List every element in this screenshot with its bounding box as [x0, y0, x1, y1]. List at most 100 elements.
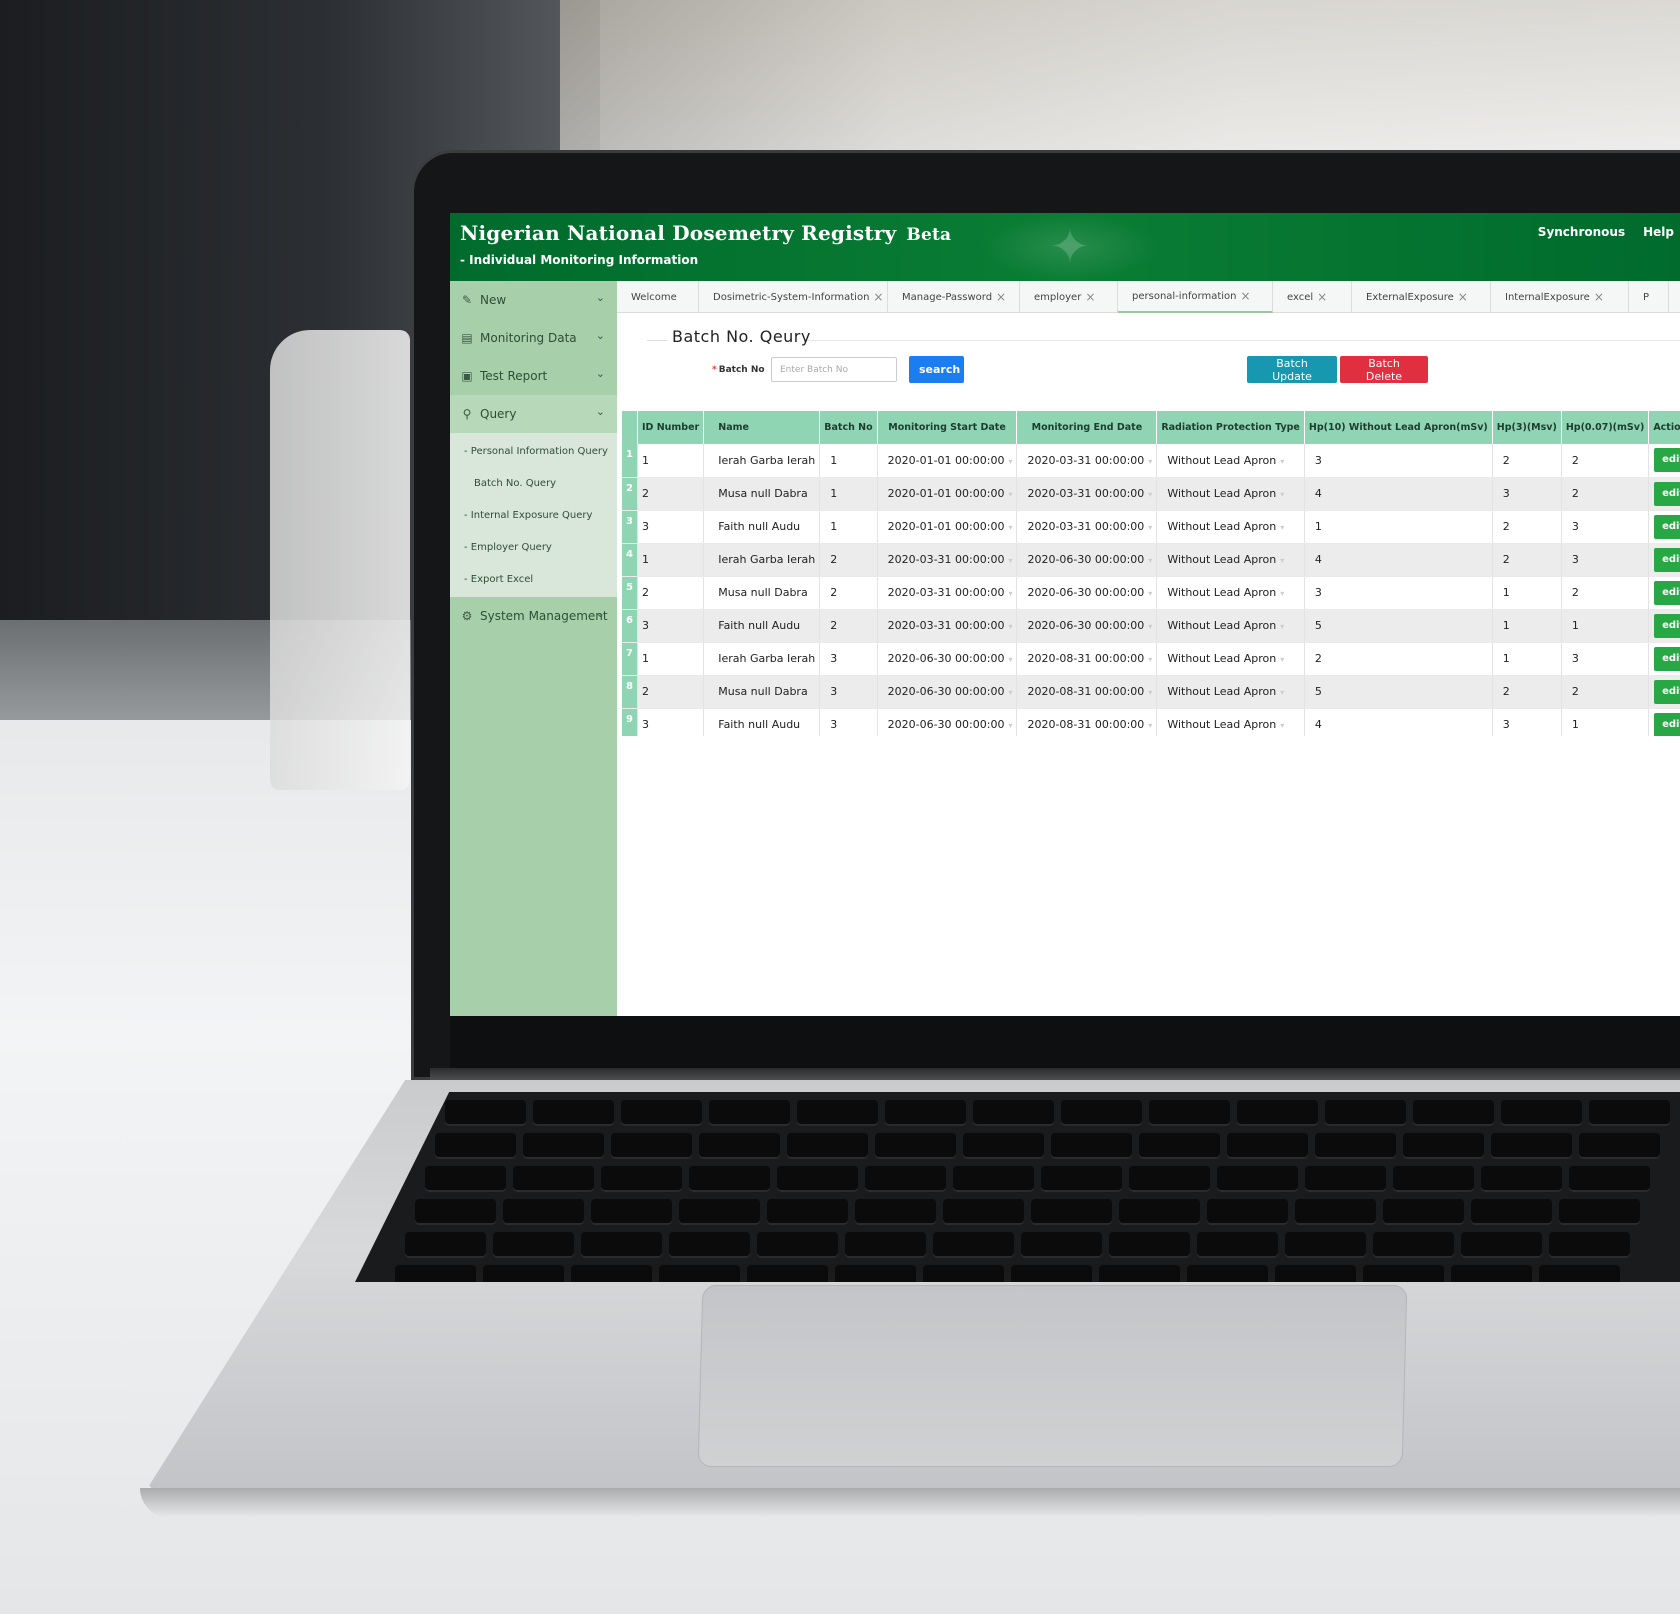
batch-no-input[interactable]: [771, 357, 897, 382]
row-number-header: [622, 411, 638, 444]
edit-button[interactable]: edit: [1654, 481, 1680, 506]
cell-id-number: 3: [637, 708, 705, 736]
edit-button[interactable]: edit: [1654, 712, 1680, 736]
row-number: 4: [622, 543, 638, 577]
cell-start-date: 2020-06-30 00:00:00: [877, 708, 1018, 736]
table-row[interactable]: 41Ierah Garba Ierah22020-03-31 00:00:002…: [622, 543, 1680, 577]
column-header-radiation-protection-type[interactable]: Radiation Protection Type: [1156, 411, 1305, 444]
sidebar-item-export-excel[interactable]: - Export Excel: [450, 563, 617, 595]
table-row[interactable]: 22Musa null Dabra12020-01-01 00:00:00202…: [622, 477, 1680, 511]
tab-excel[interactable]: excel ×: [1273, 281, 1352, 313]
table-body: 11Ierah Garba Ierah12020-01-01 00:00:002…: [622, 444, 1680, 736]
sidebar-item-personal-information-query[interactable]: - Personal Information Query: [450, 435, 617, 467]
sidebar-item-test-report[interactable]: ▣ Test Report ⌄: [450, 357, 617, 395]
cell-id-number: 2: [637, 576, 705, 610]
cell-hp3: 3: [1492, 477, 1562, 511]
edit-button[interactable]: edit: [1654, 547, 1680, 572]
sidebar-item-internal-exposure-query[interactable]: - Internal Exposure Query: [450, 499, 617, 531]
cell-name: Faith null Audu: [703, 708, 821, 736]
sidebar-item-system-management[interactable]: ⚙ System Management ⌄: [450, 597, 617, 635]
tab-personal-information[interactable]: personal-information ×: [1118, 281, 1273, 313]
cell-protection-type: Without Lead Apron: [1156, 675, 1305, 709]
laptop-trackpad: [697, 1285, 1408, 1467]
edit-button[interactable]: edit: [1654, 580, 1680, 605]
sidebar-item-new[interactable]: ✎ New ⌄: [450, 281, 617, 319]
close-icon[interactable]: ×: [1241, 289, 1251, 303]
help-link[interactable]: Help: [1643, 225, 1674, 239]
cell-hp10: 3: [1304, 444, 1493, 478]
column-header-hp007[interactable]: Hp(0.07)(mSv): [1561, 411, 1650, 444]
table-row[interactable]: 93Faith null Audu32020-06-30 00:00:00202…: [622, 708, 1680, 736]
search-icon: ⚲: [462, 407, 472, 421]
tab-employer[interactable]: employer ×: [1020, 281, 1118, 313]
keyboard-row: [425, 1166, 1680, 1192]
tab-label: InternalExposure: [1505, 291, 1590, 303]
cell-hp3: 3: [1492, 708, 1562, 736]
sidebar-item-query[interactable]: ⚲ Query ⌄: [450, 395, 617, 433]
cell-actions: edit: [1648, 675, 1680, 709]
chevron-down-icon: ⌄: [595, 367, 605, 380]
cell-start-date: 2020-06-30 00:00:00: [877, 675, 1018, 709]
tab-label: Dosimetric-System-Information: [713, 291, 870, 303]
cell-protection-type: Without Lead Apron: [1156, 477, 1305, 511]
column-header-hp10[interactable]: Hp(10) Without Lead Apron(mSv): [1304, 411, 1493, 444]
cell-hp007: 1: [1561, 609, 1650, 643]
column-header-hp3[interactable]: Hp(3)(Msv): [1492, 411, 1562, 444]
column-header-batch-no[interactable]: Batch No: [819, 411, 878, 444]
table-row[interactable]: 52Musa null Dabra22020-03-31 00:00:00202…: [622, 576, 1680, 610]
batch-delete-button[interactable]: Batch Delete: [1340, 356, 1428, 383]
tab-manage-password[interactable]: Manage-Password ×: [888, 281, 1020, 313]
sidebar-item-batch-no-query[interactable]: Batch No. Query: [450, 467, 617, 499]
cell-id-number: 1: [637, 642, 705, 676]
table-row[interactable]: 33Faith null Audu12020-01-01 00:00:00202…: [622, 510, 1680, 544]
close-icon[interactable]: ×: [1594, 290, 1604, 304]
sidebar-item-monitoring-data[interactable]: ▤ Monitoring Data ⌄: [450, 319, 617, 357]
search-button[interactable]: search: [909, 356, 964, 383]
cell-hp10: 3: [1304, 576, 1493, 610]
edit-button[interactable]: edit: [1654, 646, 1680, 671]
column-header-monitoring-start-date[interactable]: Monitoring Start Date: [877, 411, 1018, 444]
cell-name: Ierah Garba Ierah: [703, 543, 821, 577]
table-row[interactable]: 63Faith null Audu22020-03-31 00:00:00202…: [622, 609, 1680, 643]
tab-external-exposure[interactable]: ExternalExposure ×: [1352, 281, 1491, 313]
column-header-monitoring-end-date[interactable]: Monitoring End Date: [1016, 411, 1158, 444]
table-row[interactable]: 71Ierah Garba Ierah32020-06-30 00:00:002…: [622, 642, 1680, 676]
tab-overflow[interactable]: P: [1629, 281, 1669, 313]
batch-update-button[interactable]: Batch Update: [1247, 356, 1337, 383]
column-header-name[interactable]: Name: [703, 411, 821, 444]
cell-name: Ierah Garba Ierah: [703, 642, 821, 676]
cell-hp10: 4: [1304, 708, 1493, 736]
table-row[interactable]: 11Ierah Garba Ierah12020-01-01 00:00:002…: [622, 444, 1680, 478]
page-title: Batch No. Qeury: [672, 327, 811, 346]
cell-end-date: 2020-06-30 00:00:00: [1016, 543, 1158, 577]
close-icon[interactable]: ×: [1085, 290, 1095, 304]
edit-button[interactable]: edit: [1654, 613, 1680, 638]
row-number: 9: [622, 708, 638, 736]
cell-batch-no: 1: [819, 444, 878, 478]
edit-button[interactable]: edit: [1654, 679, 1680, 704]
column-header-id-number[interactable]: ID Number: [637, 411, 705, 444]
cell-id-number: 3: [637, 609, 705, 643]
close-icon[interactable]: ×: [1317, 290, 1327, 304]
edit-button[interactable]: edit: [1654, 514, 1680, 539]
title-divider: [807, 340, 1680, 341]
close-icon[interactable]: ×: [1458, 290, 1468, 304]
cell-batch-no: 2: [819, 609, 878, 643]
tab-label: Welcome: [631, 291, 677, 303]
cell-name: Faith null Audu: [703, 510, 821, 544]
close-icon[interactable]: ×: [873, 290, 883, 304]
synchronous-link[interactable]: Synchronous: [1538, 225, 1625, 239]
tab-internal-exposure[interactable]: InternalExposure ×: [1491, 281, 1629, 313]
cell-id-number: 1: [637, 444, 705, 478]
cell-end-date: 2020-06-30 00:00:00: [1016, 576, 1158, 610]
tab-welcome[interactable]: Welcome: [617, 281, 699, 313]
cell-start-date: 2020-03-31 00:00:00: [877, 609, 1018, 643]
row-number: 3: [622, 510, 638, 544]
cell-protection-type: Without Lead Apron: [1156, 510, 1305, 544]
cell-end-date: 2020-06-30 00:00:00: [1016, 609, 1158, 643]
sidebar-item-employer-query[interactable]: - Employer Query: [450, 531, 617, 563]
close-icon[interactable]: ×: [996, 290, 1006, 304]
tab-dosimetric-system-information[interactable]: Dosimetric-System-Information ×: [699, 281, 888, 313]
table-row[interactable]: 82Musa null Dabra32020-06-30 00:00:00202…: [622, 675, 1680, 709]
edit-button[interactable]: edit: [1654, 448, 1680, 473]
